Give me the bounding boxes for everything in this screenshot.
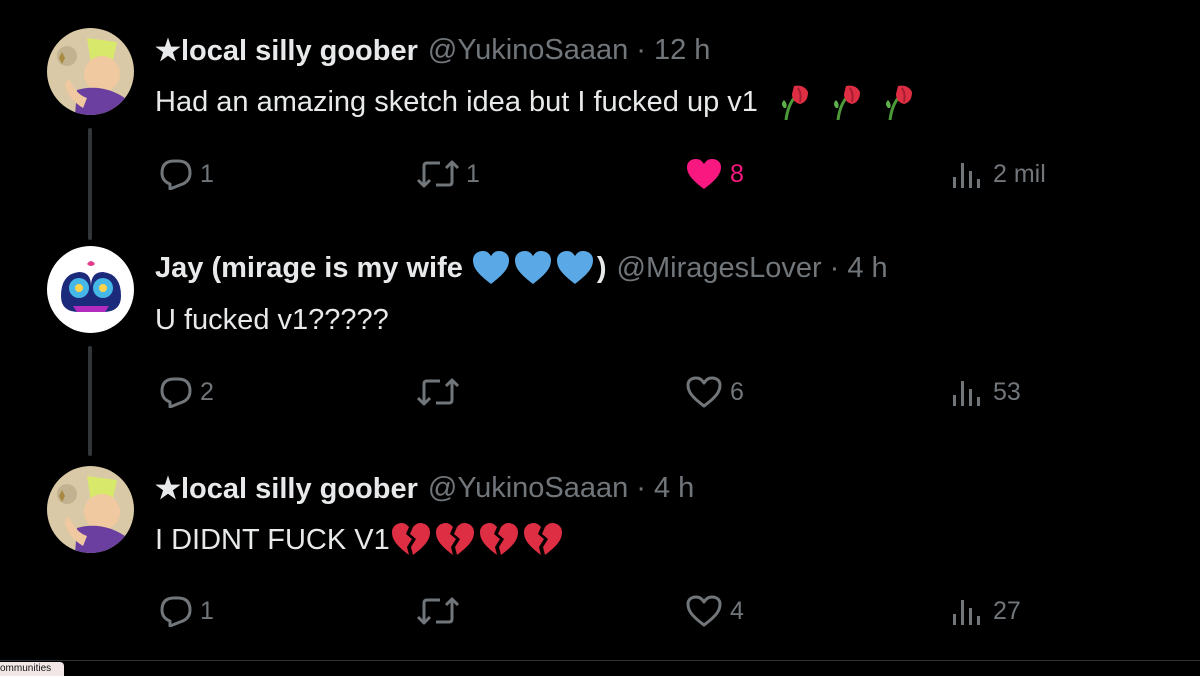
communities-tab[interactable]: ommunities: [0, 662, 64, 676]
reply-button[interactable]: 1: [158, 156, 214, 192]
like-count: 4: [730, 596, 744, 625]
user-handle[interactable]: @YukinoSaaan: [428, 472, 628, 505]
timestamp[interactable]: 4 h: [654, 472, 694, 505]
wilted-flower-icon: [781, 85, 808, 121]
analytics-icon: [953, 381, 980, 406]
like-count: 8: [730, 159, 744, 188]
broken-heart-icon: [391, 523, 430, 555]
display-name[interactable]: Jay (mirage is my wife: [155, 252, 463, 285]
views-button[interactable]: 27: [951, 593, 1021, 629]
blue-heart-icon: [514, 251, 551, 284]
like-button[interactable]: 6: [684, 374, 744, 410]
blue-heart-icon: [472, 251, 509, 284]
divider: [0, 660, 1200, 661]
tweet-text: U fucked v1?????: [155, 298, 389, 342]
analytics-icon: [953, 163, 980, 188]
tweet-body: U fucked v1?????: [155, 303, 389, 336]
heart-filled-icon: [687, 159, 721, 189]
broken-heart-icon: [435, 523, 474, 555]
reply-count: 2: [200, 377, 214, 406]
name-emojis: [471, 250, 595, 286]
tweet-header: ★local silly goober @YukinoSaaan · 4 h: [155, 468, 694, 508]
timestamp[interactable]: 4 h: [847, 252, 887, 285]
tweet-text: Had an amazing sketch idea but I fucked …: [155, 80, 916, 124]
like-button[interactable]: 8: [684, 156, 744, 192]
view-count: 2 mil: [993, 159, 1046, 188]
timestamp[interactable]: 12 h: [654, 34, 710, 67]
user-handle[interactable]: @MiragesLover: [617, 252, 822, 285]
views-button[interactable]: 53: [951, 374, 1021, 410]
reply-button[interactable]: 2: [158, 374, 214, 410]
avatar[interactable]: [47, 28, 134, 115]
user-handle[interactable]: @YukinoSaaan: [428, 34, 628, 67]
tweet-header: Jay (mirage is my wife ) @MiragesLover ·…: [155, 248, 888, 288]
view-count: 53: [993, 377, 1021, 406]
avatar[interactable]: [47, 246, 134, 333]
communities-tab-label: ommunities: [0, 663, 52, 674]
wilted-flower-icon: [833, 85, 860, 121]
tweet-body: I DIDNT FUCK V1: [155, 523, 390, 556]
reply-icon: [160, 159, 192, 190]
view-count: 27: [993, 596, 1021, 625]
heart-outline-icon: [686, 376, 722, 408]
tweet-body: Had an amazing sketch idea but I fucked …: [155, 85, 758, 118]
display-name-suffix: ): [596, 251, 607, 284]
like-count: 6: [730, 377, 744, 406]
separator-dot: ·: [636, 33, 646, 66]
repost-button[interactable]: 1: [416, 156, 480, 192]
repost-count: 1: [466, 159, 480, 188]
repost-icon: [416, 597, 460, 625]
repost-button[interactable]: [416, 593, 466, 629]
analytics-icon: [953, 600, 980, 625]
like-button[interactable]: 4: [684, 593, 744, 629]
reply-count: 1: [200, 159, 214, 188]
separator-dot: ·: [636, 471, 646, 504]
reply-icon: [160, 377, 192, 408]
avatar-image: [47, 28, 134, 115]
thread-line: [88, 128, 92, 240]
display-name[interactable]: ★local silly goober: [155, 471, 418, 506]
avatar[interactable]: [47, 466, 134, 553]
tweet-text: I DIDNT FUCK V1: [155, 518, 564, 562]
repost-icon: [416, 378, 460, 406]
broken-heart-icon: [523, 523, 562, 555]
avatar-image: [47, 246, 134, 333]
views-button[interactable]: 2 mil: [951, 156, 1046, 192]
thread-line: [88, 346, 92, 456]
blue-heart-icon: [556, 251, 593, 284]
separator-dot: ·: [829, 251, 840, 284]
wilted-flower-icon: [885, 85, 912, 121]
broken-heart-icon: [479, 523, 518, 555]
reply-icon: [160, 596, 192, 627]
tweet-header: ★local silly goober @YukinoSaaan · 12 h: [155, 30, 710, 70]
repost-icon: [416, 160, 460, 188]
heart-outline-icon: [686, 595, 722, 627]
display-name[interactable]: ★local silly goober: [155, 33, 418, 68]
repost-button[interactable]: [416, 374, 466, 410]
reply-count: 1: [200, 596, 214, 625]
reply-button[interactable]: 1: [158, 593, 214, 629]
avatar-image: [47, 466, 134, 553]
